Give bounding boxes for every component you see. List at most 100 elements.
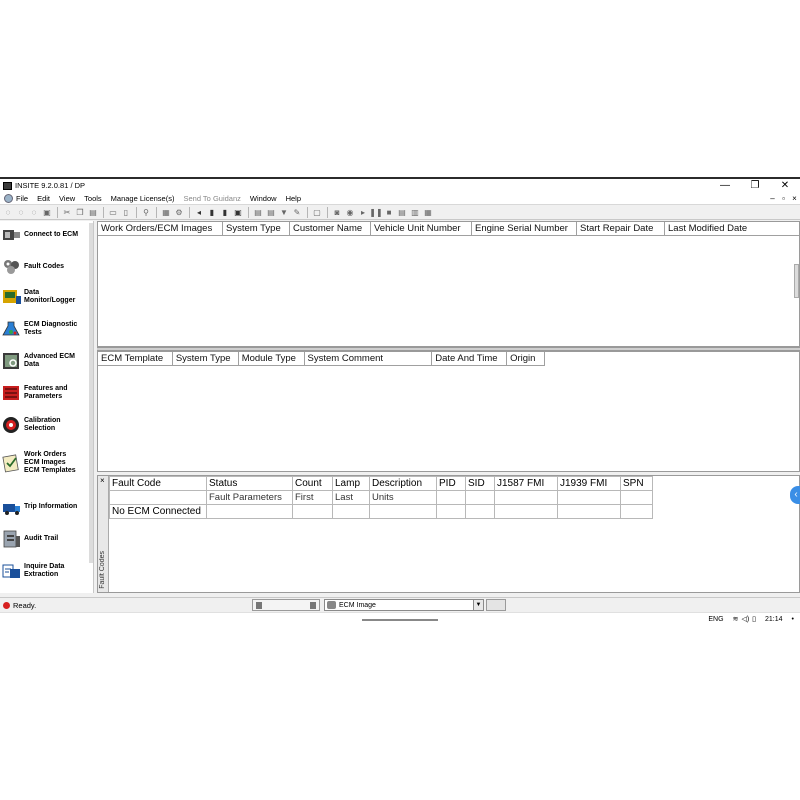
window-icon[interactable]: ▢: [312, 207, 322, 217]
menu-file[interactable]: File: [16, 194, 28, 203]
column-header[interactable]: Last Modified Date: [665, 222, 799, 235]
connect-icon[interactable]: ◌: [3, 207, 13, 217]
notification-icon[interactable]: •: [792, 616, 794, 623]
language-indicator[interactable]: ENG: [708, 616, 723, 623]
back-icon[interactable]: ◂: [194, 207, 204, 217]
column-header[interactable]: Description: [369, 476, 437, 491]
restore-button[interactable]: ❐: [740, 179, 770, 192]
work-orders-scroll-handle[interactable]: [794, 264, 799, 298]
properties-icon[interactable]: ▦: [161, 207, 171, 217]
wifi-icon[interactable]: ≋: [733, 615, 739, 623]
refresh-icon[interactable]: ◌: [29, 207, 39, 217]
fault-codes-tab[interactable]: × Fault Codes: [98, 476, 109, 592]
document-icon[interactable]: ▤: [253, 207, 263, 217]
clock[interactable]: 21:14: [765, 616, 783, 623]
menu-help[interactable]: Help: [286, 194, 301, 203]
sidebar-item-features-parameters[interactable]: Features and Parameters: [2, 383, 92, 403]
column-header[interactable]: Module Type: [239, 352, 305, 365]
settings-icon[interactable]: ⚙: [174, 207, 184, 217]
disk-icon[interactable]: ▣: [233, 207, 243, 217]
chevron-down-icon[interactable]: ▼: [473, 600, 483, 610]
volume-icon[interactable]: ◁): [741, 615, 749, 623]
column-header[interactable]: J1939 FMI: [557, 476, 621, 491]
battery-icon[interactable]: ▯: [752, 615, 756, 623]
column-header[interactable]: Status: [206, 476, 293, 491]
save-icon[interactable]: ▣: [42, 207, 52, 217]
report-icon[interactable]: ▤: [266, 207, 276, 217]
print-icon[interactable]: ▭: [108, 207, 118, 217]
table-row[interactable]: No ECM Connected: [109, 504, 653, 519]
column-header[interactable]: PID: [436, 476, 466, 491]
column-header[interactable]: Vehicle Unit Number: [371, 222, 472, 235]
menu-edit[interactable]: Edit: [37, 194, 50, 203]
camera-icon[interactable]: ◙: [332, 207, 342, 217]
table-icon[interactable]: ▦: [423, 207, 433, 217]
close-button[interactable]: ✕: [770, 179, 800, 192]
disconnect-icon[interactable]: ◌: [16, 207, 26, 217]
mdi-restore-button[interactable]: ▫: [778, 192, 789, 205]
sidebar-item-ecm-diagnostic-tests[interactable]: ECM Diagnostic Tests: [2, 319, 92, 339]
cut-icon[interactable]: ✂: [62, 207, 72, 217]
sidebar-scrollbar[interactable]: [89, 223, 93, 563]
sidebar-item-connect-to-ecm[interactable]: Connect to ECM: [2, 225, 92, 245]
table-cell: [369, 504, 437, 519]
column-header[interactable]: J1587 FMI: [494, 476, 558, 491]
mdi-close-button[interactable]: ×: [789, 192, 800, 205]
menu-manage-licenses[interactable]: Manage License(s): [111, 194, 175, 203]
system-menu-icon[interactable]: [4, 193, 13, 203]
column-header[interactable]: SPN: [620, 476, 653, 491]
graph-icon[interactable]: ▥: [410, 207, 420, 217]
column-header[interactable]: Fault Code: [109, 476, 207, 491]
column-header[interactable]: System Type: [173, 352, 239, 365]
column-header[interactable]: Lamp: [332, 476, 370, 491]
sidebar-item-label: Audit Trail: [24, 535, 59, 542]
sidebar-item-data-monitor-logger[interactable]: Data Monitor/Logger: [2, 287, 92, 307]
column-header[interactable]: Start Repair Date: [577, 222, 665, 235]
find-icon[interactable]: ⚲: [141, 207, 151, 217]
work-orders-header: Work Orders/ECM Images System Type Custo…: [98, 222, 799, 236]
sidebar-item-audit-trail[interactable]: Audit Trail: [2, 529, 92, 549]
sidebar-item-advanced-ecm-data[interactable]: Advanced ECM Data: [2, 351, 92, 371]
filter-icon[interactable]: ▼: [279, 207, 289, 217]
menu-tools[interactable]: Tools: [84, 194, 102, 203]
mdi-minimize-button[interactable]: –: [767, 192, 778, 205]
advanced-data-icon: [2, 351, 22, 371]
log-icon[interactable]: ▤: [397, 207, 407, 217]
paste-icon[interactable]: ▤: [88, 207, 98, 217]
tools-icon[interactable]: ✎: [292, 207, 302, 217]
menu-view[interactable]: View: [59, 194, 75, 203]
column-header[interactable]: System Type: [223, 222, 290, 235]
minimize-button[interactable]: —: [710, 179, 740, 192]
column-header[interactable]: Work Orders/ECM Images: [98, 222, 223, 235]
column-header[interactable]: Count: [292, 476, 333, 491]
close-icon[interactable]: ×: [100, 476, 105, 485]
column-header[interactable]: Origin: [507, 352, 544, 365]
stop-icon[interactable]: ■: [384, 207, 394, 217]
column-header[interactable]: Date And Time: [432, 352, 508, 365]
print-preview-icon[interactable]: ▯: [121, 207, 131, 217]
sidebar-item-label: Calibration Selection: [24, 417, 61, 432]
column-header[interactable]: Customer Name: [290, 222, 371, 235]
toolbar-separator: [57, 206, 58, 218]
table-cell: [332, 504, 370, 519]
pause-icon[interactable]: ❚❚: [369, 207, 382, 217]
sidebar-item-inquire-data-extraction[interactable]: Inquire Data Extraction: [2, 561, 92, 581]
export-icon[interactable]: ▮: [207, 207, 217, 217]
import-icon[interactable]: ▮: [220, 207, 230, 217]
sidebar-item-fault-codes[interactable]: Fault Codes: [2, 257, 92, 277]
menu-window[interactable]: Window: [250, 194, 277, 203]
status-bar: Ready. ECM Image ▼: [0, 597, 800, 612]
play-icon[interactable]: ▸: [358, 207, 368, 217]
sidebar-item-calibration-selection[interactable]: Calibration Selection: [2, 415, 92, 435]
record-icon[interactable]: ◉: [345, 207, 355, 217]
column-header[interactable]: SID: [465, 476, 495, 491]
sidebar-item-trip-information[interactable]: Trip Information: [2, 497, 92, 517]
column-header[interactable]: ECM Template: [98, 352, 173, 365]
collapse-panel-button[interactable]: ‹: [790, 486, 800, 504]
column-header[interactable]: System Comment: [305, 352, 433, 365]
sidebar-item-label: ECM Diagnostic Tests: [24, 321, 78, 336]
sidebar-item-work-orders[interactable]: Work Orders ECM Images ECM Templates: [2, 451, 92, 475]
column-header[interactable]: Engine Serial Number: [472, 222, 577, 235]
copy-icon[interactable]: ❐: [75, 207, 85, 217]
ecm-image-select[interactable]: ECM Image ▼: [324, 599, 484, 611]
